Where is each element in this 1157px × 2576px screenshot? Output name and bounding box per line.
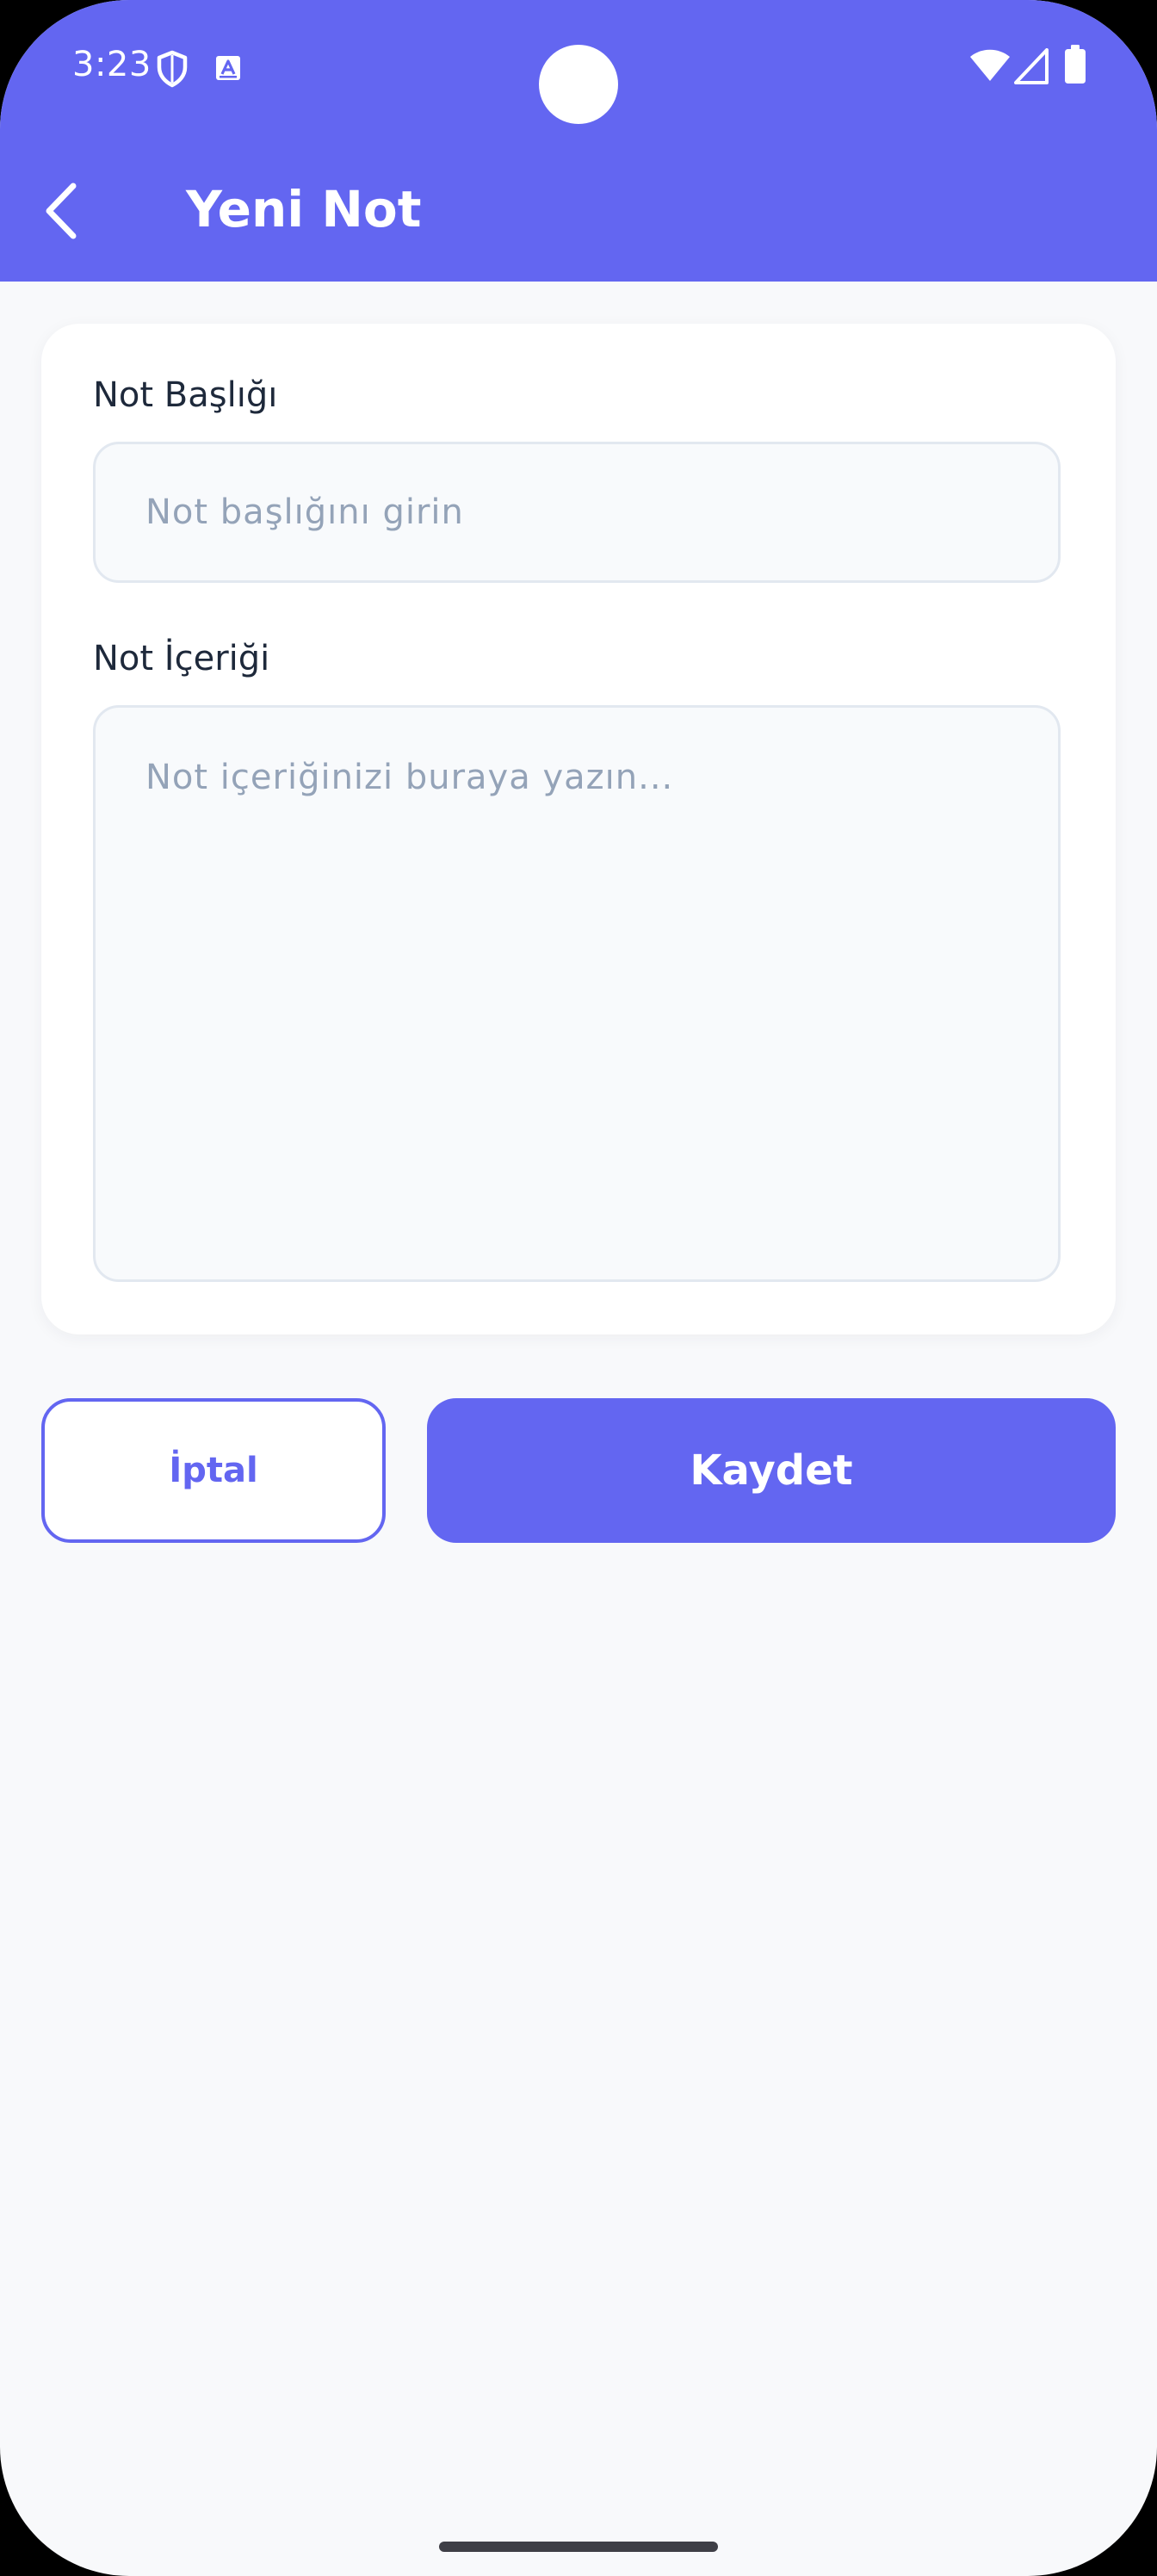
cancel-button[interactable]: İptal: [41, 1398, 386, 1543]
battery-icon: [1065, 45, 1086, 84]
content-field-label: Not İçeriği: [93, 639, 270, 678]
text-badge-icon: [216, 56, 240, 80]
note-title-input[interactable]: [93, 442, 1061, 583]
signal-icon: [1014, 48, 1049, 84]
chevron-left-icon: [46, 183, 77, 239]
status-time: 3:23: [72, 45, 152, 84]
back-button[interactable]: [22, 172, 100, 250]
front-camera: [539, 45, 618, 124]
shield-icon: [157, 50, 188, 88]
wifi-icon: [970, 49, 1010, 81]
app-bar: Yeni Not: [0, 146, 1157, 276]
cancel-button-label: İptal: [169, 1451, 258, 1490]
title-field-label: Not Başlığı: [93, 375, 278, 415]
note-form-card: Not Başlığı Not İçeriği: [41, 324, 1116, 1334]
save-button[interactable]: Kaydet: [427, 1398, 1116, 1543]
note-content-textarea[interactable]: [93, 705, 1061, 1282]
home-indicator[interactable]: [439, 2542, 718, 2552]
header: 3:23 Yeni Not: [0, 0, 1157, 282]
status-bar: 3:23: [0, 0, 1157, 138]
page-title: Yeni Not: [186, 180, 422, 238]
save-button-label: Kaydet: [690, 1446, 853, 1495]
phone-screen: 3:23 Yeni Not Not Başlığı Not başlığını …: [0, 0, 1157, 2576]
